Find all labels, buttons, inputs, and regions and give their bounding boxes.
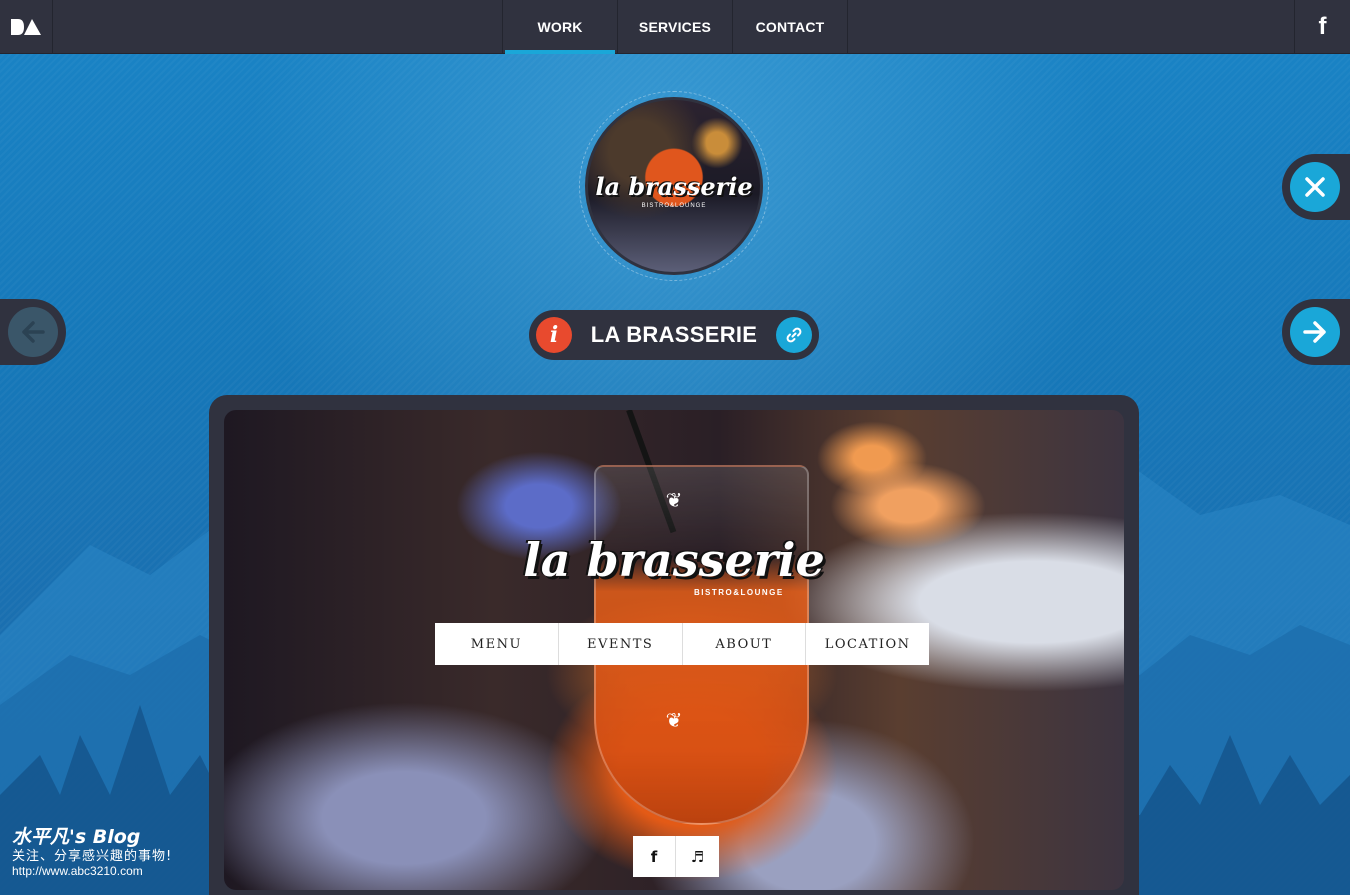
preview-logo-sub: BISTRO&LOUNGE [694,588,784,597]
arrow-right-icon [1303,321,1326,343]
preview-social-buttons: f ♬ [633,836,719,877]
preview-logo: la brasserie [523,533,825,587]
project-thumbnail-ring: la brasserie BISTRO&LOUNGE [579,91,769,281]
preview-music-button[interactable]: ♬ [676,836,719,877]
nav-item-services[interactable]: SERVICES [618,0,733,54]
project-thumbnail: la brasserie BISTRO&LOUNGE [585,97,763,275]
thumbnail-logo-text: la brasserie [595,172,753,201]
preview-site-nav: MENU EVENTS ABOUT LOCATION [435,623,929,665]
blog-watermark: 水平凡's Blog 关注、分享感兴趣的事物! http://www.abc32… [12,826,172,879]
preview-nav-menu[interactable]: MENU [435,623,559,665]
preview-nav-location[interactable]: LOCATION [806,623,929,665]
info-icon: i [549,322,559,348]
brand-logo-button[interactable] [0,0,53,54]
thumbnail-logo-sub: BISTRO&LOUNGE [641,203,707,209]
next-project-button[interactable] [1282,299,1350,365]
project-title-bar: i LA BRASSERIE [529,310,819,360]
previous-project-button[interactable] [0,299,66,365]
ornament-bottom: ❦ [665,708,683,732]
project-title: LA BRASSERIE [590,322,758,347]
project-preview-frame: ❦ la brasserie BISTRO&LOUNGE MENU EVENTS… [209,395,1139,895]
next-circle [1290,307,1340,357]
close-icon [1305,177,1325,197]
preview-nav-events[interactable]: EVENTS [559,623,683,665]
nav-item-contact[interactable]: CONTACT [733,0,848,54]
previous-circle [8,307,58,357]
info-button[interactable]: i [536,317,572,353]
music-icon: ♬ [690,847,705,866]
watermark-subtitle: 关注、分享感兴趣的事物! [12,848,173,864]
close-circle [1290,162,1340,212]
project-preview-screen: ❦ la brasserie BISTRO&LOUNGE MENU EVENTS… [224,410,1124,890]
link-button[interactable] [776,317,812,353]
preview-facebook-button[interactable]: f [633,836,676,877]
close-project-button[interactable] [1282,154,1350,220]
ornament-top: ❦ [665,488,683,512]
nav-item-work[interactable]: WORK [503,0,618,54]
arrow-left-icon [22,321,45,343]
main-nav: WORK SERVICES CONTACT [502,0,848,54]
top-navigation-bar: WORK SERVICES CONTACT f [0,0,1350,54]
link-icon [786,327,802,343]
facebook-icon: f [1318,13,1327,40]
watermark-title: 水平凡's Blog [12,826,141,848]
brand-logo-icon [11,19,41,35]
facebook-button[interactable]: f [1294,0,1350,54]
watermark-url: http://www.abc3210.com [12,864,143,879]
facebook-icon: f [650,847,658,866]
preview-nav-about[interactable]: ABOUT [683,623,807,665]
